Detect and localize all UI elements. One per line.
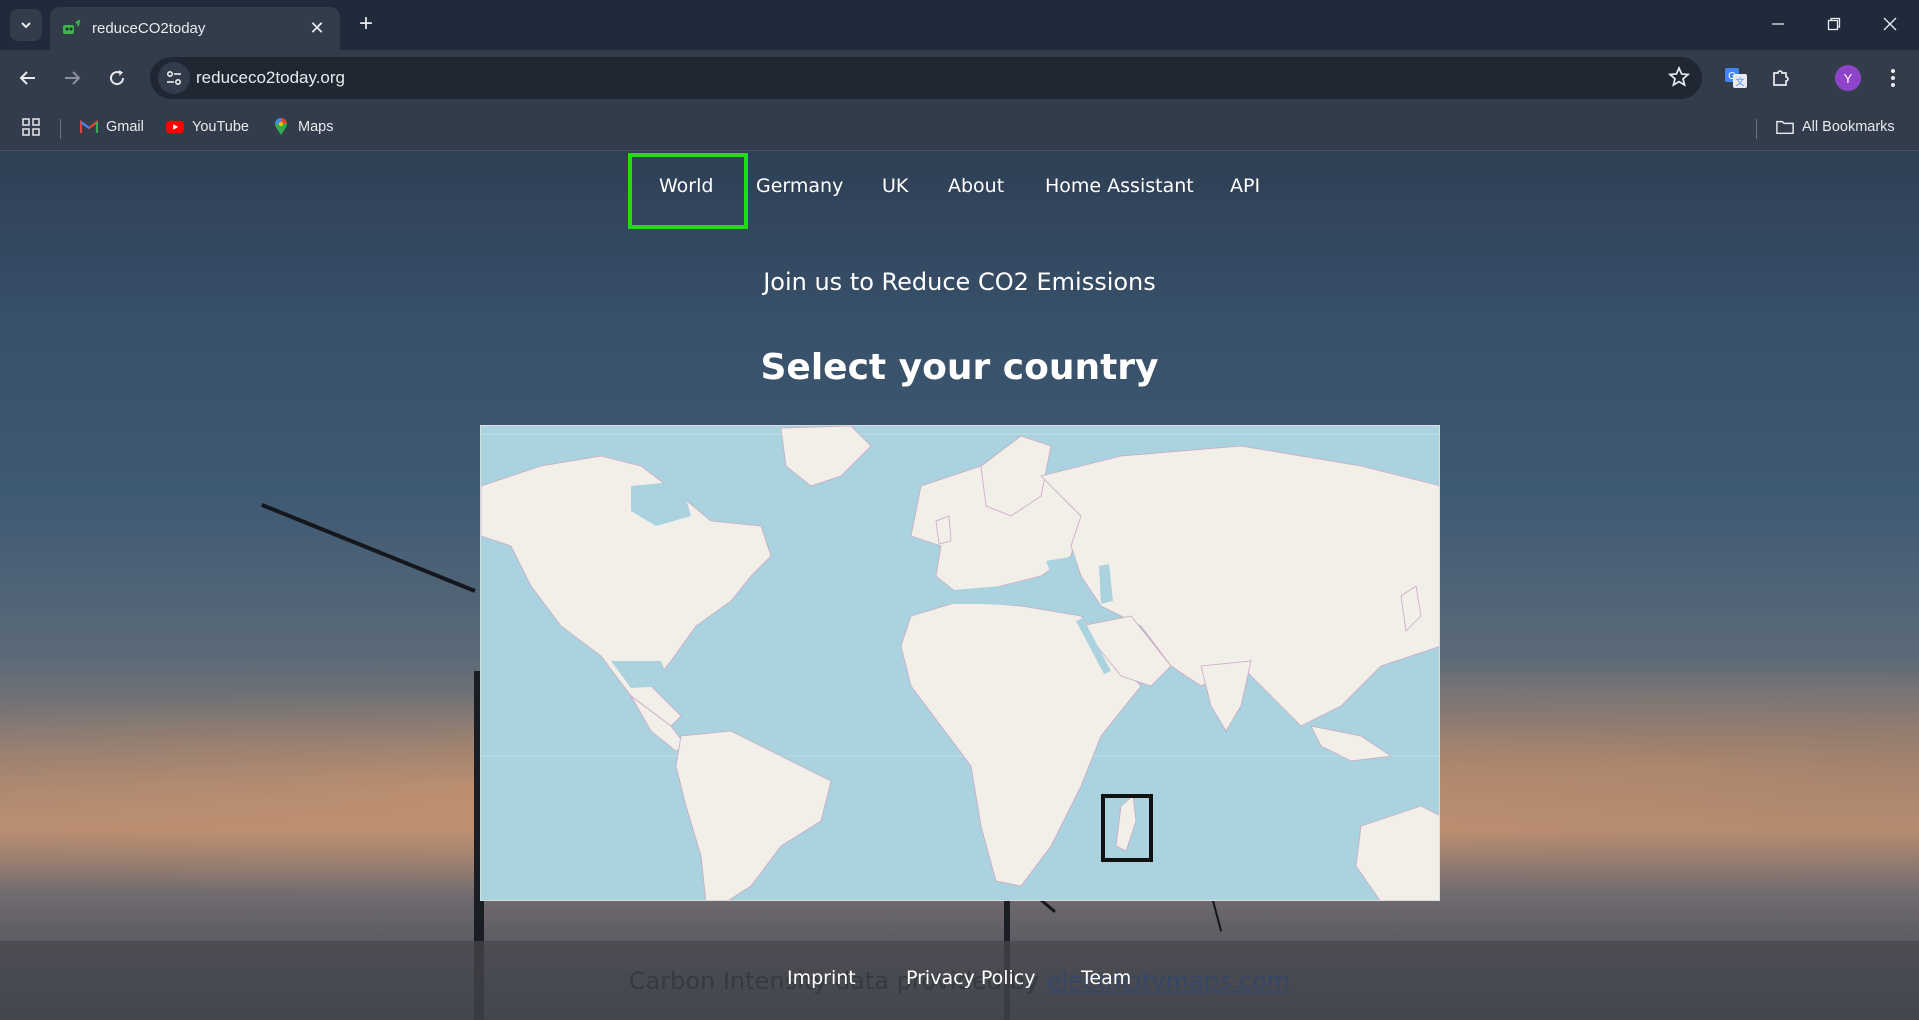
arrow-left-icon <box>19 71 35 85</box>
site-nav: World Germany UK About Home Assistant AP… <box>0 151 1919 229</box>
close-tab-icon[interactable]: ✕ <box>306 18 328 39</box>
selected-region-highlight <box>1101 794 1153 862</box>
minimize-button[interactable] <box>1750 0 1806 48</box>
back-button[interactable] <box>12 62 44 94</box>
close-window-button[interactable] <box>1862 0 1918 48</box>
site-favicon-icon <box>62 18 82 38</box>
reload-button[interactable] <box>101 62 133 94</box>
browser-toolbar: reduceco2today.org G文 Y <box>0 50 1919 107</box>
svg-text:文: 文 <box>1735 76 1744 87</box>
google-translate-button[interactable]: G文 <box>1720 62 1752 94</box>
world-map[interactable] <box>480 425 1440 901</box>
world-map-canvas[interactable] <box>481 426 1440 901</box>
puzzle-icon <box>1773 70 1789 86</box>
nav-world[interactable]: World <box>659 175 713 197</box>
map-uk <box>935 515 952 545</box>
map-south-america <box>675 730 832 900</box>
translate-icon: G文 <box>1725 68 1747 88</box>
bookmark-gmail[interactable]: Gmail <box>80 118 144 136</box>
restore-button[interactable] <box>1806 0 1862 48</box>
page-title: Select your country <box>760 347 1159 388</box>
footer-team-link[interactable]: Team <box>1081 967 1131 989</box>
avatar: Y <box>1835 65 1861 91</box>
bookmark-label: Maps <box>298 119 334 135</box>
apps-button[interactable] <box>22 118 40 136</box>
reload-icon <box>110 70 125 86</box>
map-india <box>1200 660 1252 732</box>
chevron-down-icon <box>21 22 31 29</box>
site-info-button[interactable] <box>158 62 190 94</box>
nav-germany[interactable]: Germany <box>756 175 843 197</box>
youtube-icon <box>166 118 184 136</box>
bookmark-maps[interactable]: Maps <box>272 118 333 136</box>
profile-button[interactable]: Y <box>1832 62 1864 94</box>
nav-about[interactable]: About <box>948 175 1004 197</box>
footer: Carbon Intensity data provided by electr… <box>0 941 1919 1020</box>
restore-icon <box>1827 17 1841 31</box>
bookmark-label: YouTube <box>192 119 249 135</box>
extensions-button[interactable] <box>1765 62 1797 94</box>
footer-imprint-link[interactable]: Imprint <box>787 967 856 989</box>
wind-turbine-blade <box>260 502 476 593</box>
arrow-right-icon <box>65 71 81 85</box>
bookmarks-divider <box>1756 119 1757 139</box>
all-bookmarks-button[interactable]: All Bookmarks <box>1776 118 1895 136</box>
more-vert-icon <box>1891 69 1895 87</box>
browser-tab[interactable]: reduceCO2today ✕ <box>50 7 340 50</box>
map-australia <box>1355 805 1439 900</box>
folder-icon <box>1776 118 1794 136</box>
browser-menu-button[interactable] <box>1877 62 1909 94</box>
tab-search-button[interactable] <box>10 9 42 41</box>
forward-button[interactable] <box>56 62 88 94</box>
tab-strip: reduceCO2today ✕ + <box>0 0 1919 50</box>
nav-home-assistant[interactable]: Home Assistant <box>1045 175 1194 197</box>
web-page: World Germany UK About Home Assistant AP… <box>0 151 1919 1020</box>
tab-title: reduceCO2today <box>92 20 206 37</box>
bookmark-label: Gmail <box>106 119 144 135</box>
bookmarks-bar: Gmail YouTube Maps All Bookmarks <box>0 107 1919 151</box>
address-bar[interactable]: reduceco2today.org <box>150 57 1702 99</box>
maps-icon <box>272 118 290 136</box>
bookmark-star-icon[interactable] <box>1667 65 1691 93</box>
bookmarks-divider <box>60 119 61 139</box>
apps-grid-icon <box>22 118 40 136</box>
url-text[interactable]: reduceco2today.org <box>196 68 345 88</box>
map-greenland <box>780 426 872 487</box>
close-icon <box>1883 17 1897 31</box>
footer-privacy-link[interactable]: Privacy Policy <box>906 967 1035 989</box>
gmail-icon <box>80 118 98 136</box>
map-north-america <box>481 455 772 727</box>
tune-icon <box>166 70 182 86</box>
all-bookmarks-label: All Bookmarks <box>1802 119 1895 135</box>
nav-uk[interactable]: UK <box>882 175 908 197</box>
bookmark-youtube[interactable]: YouTube <box>166 118 249 136</box>
minimize-icon <box>1772 23 1784 25</box>
new-tab-button[interactable]: + <box>352 10 380 38</box>
nav-api[interactable]: API <box>1230 175 1260 197</box>
tagline: Join us to Reduce CO2 Emissions <box>763 268 1156 296</box>
